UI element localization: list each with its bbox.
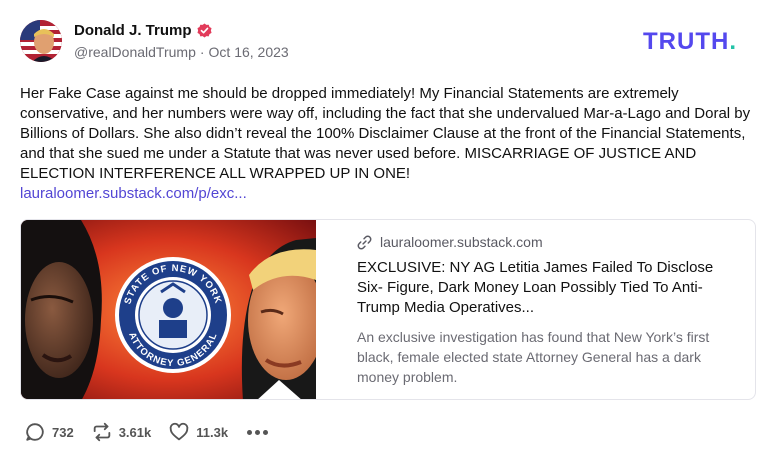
meta-separator: · <box>199 44 205 60</box>
post-author: Donald J. Trump @realDonaldTrump · Oct 16,… <box>74 22 289 60</box>
card-body: lauraloomer.substack.com EXCLUSIVE: NY A… <box>357 234 742 387</box>
like-button[interactable]: 11.3k <box>168 421 228 443</box>
comment-icon <box>26 423 44 441</box>
card-image: STATE OF NEW YORK ATTORNEY GENERAL <box>21 220 316 399</box>
link-preview-card[interactable]: STATE OF NEW YORK ATTORNEY GENERAL laura… <box>20 219 756 400</box>
card-domain-row: lauraloomer.substack.com <box>357 234 742 250</box>
logo-text: TRUTH. <box>643 28 737 54</box>
truth-social-logo: TRUTH. <box>643 28 737 54</box>
repost-icon <box>93 422 110 442</box>
author-name[interactable]: Donald J. Trump <box>74 22 192 39</box>
post-link[interactable]: lauraloomer.substack.com/p/exc... <box>20 184 760 204</box>
card-image-art: STATE OF NEW YORK ATTORNEY GENERAL <box>21 220 316 399</box>
retruth-count: 3.61k <box>118 424 152 440</box>
more-dots-icon <box>247 429 253 435</box>
retruth-button[interactable]: 3.61k <box>91 421 152 443</box>
card-domain: lauraloomer.substack.com <box>380 234 543 250</box>
verified-badge-icon <box>196 23 212 38</box>
avatar[interactable] <box>20 20 62 62</box>
more-dots-icon <box>255 429 261 435</box>
more-options-button[interactable] <box>247 424 269 441</box>
post-date[interactable]: Oct 16, 2023 <box>209 44 289 60</box>
like-count: 11.3k <box>196 424 229 440</box>
card-title[interactable]: EXCLUSIVE: NY AG Letitia James Failed To… <box>357 258 742 318</box>
post-text: Her Fake Case against me should be dropp… <box>20 85 751 182</box>
reply-button[interactable]: 732 <box>24 421 74 443</box>
heart-icon <box>169 422 189 441</box>
post-body: Her Fake Case against me should be dropp… <box>20 84 760 204</box>
author-handle[interactable]: @realDonaldTrump <box>74 44 196 60</box>
action-bar: 732 3.61k 11.3k <box>24 421 269 443</box>
avatar-image <box>20 20 62 62</box>
card-description: An exclusive investigation has found tha… <box>357 329 710 385</box>
more-dots-icon <box>263 429 269 435</box>
reply-count: 732 <box>52 424 74 440</box>
link-icon <box>357 235 372 249</box>
post-meta: @realDonaldTrump · Oct 16, 2023 <box>74 44 289 60</box>
